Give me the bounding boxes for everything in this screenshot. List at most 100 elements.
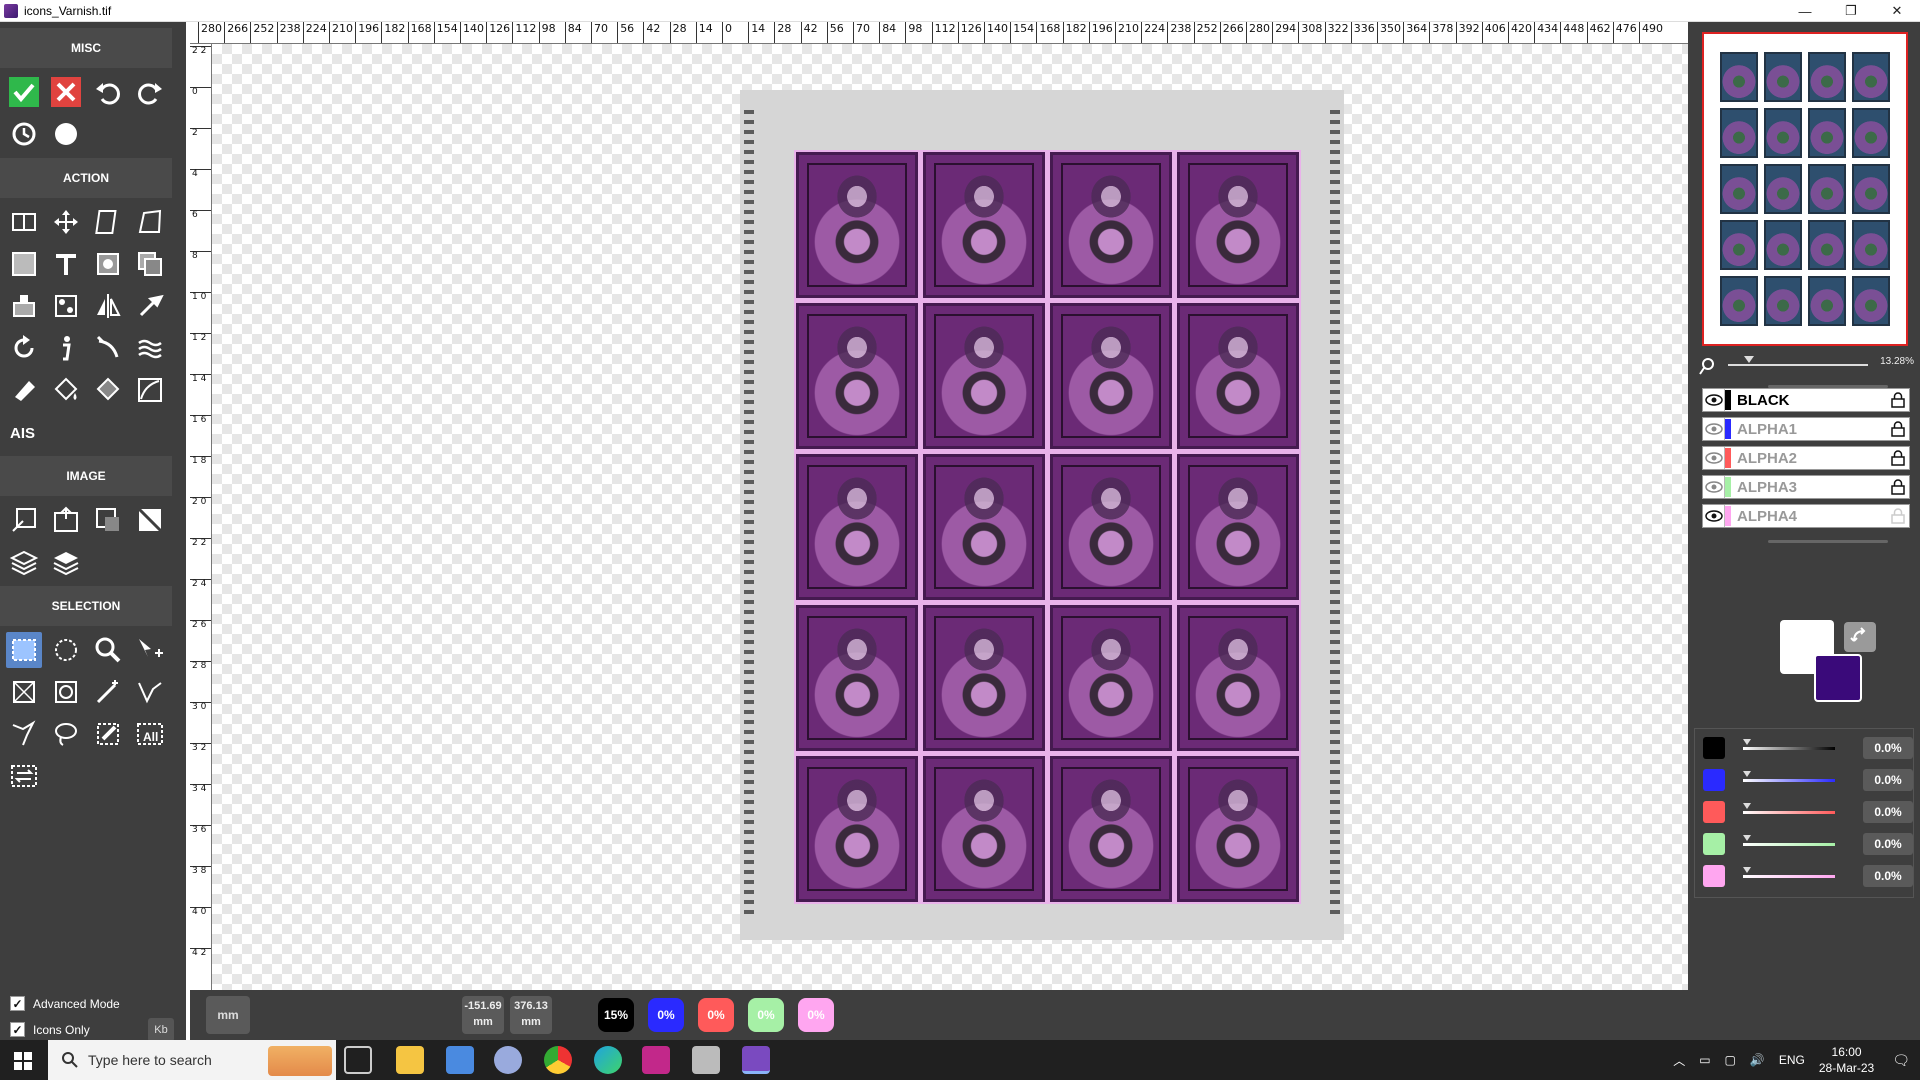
polygon-select-icon[interactable] — [132, 674, 168, 710]
layer-row[interactable]: ALPHA3 — [1702, 475, 1910, 499]
rotate-icon[interactable] — [6, 330, 42, 366]
file-explorer-icon[interactable] — [396, 1046, 424, 1074]
unit-button[interactable]: mm — [206, 996, 250, 1034]
clone-icon[interactable] — [132, 246, 168, 282]
advanced-mode-checkbox[interactable]: ✓ — [10, 996, 25, 1011]
history-icon[interactable] — [6, 116, 42, 152]
app-icon-1[interactable] — [494, 1046, 522, 1074]
canvas-size-icon[interactable] — [48, 502, 84, 538]
ais-icon[interactable]: AIS — [6, 414, 42, 450]
eyedropper-icon[interactable] — [132, 288, 168, 324]
ink-level-value[interactable]: 0.0% — [1863, 865, 1913, 887]
image-adjust-icon[interactable] — [132, 502, 168, 538]
app-icon-3[interactable] — [692, 1046, 720, 1074]
ink-slider-handle[interactable] — [1743, 803, 1751, 809]
select-transform-icon[interactable] — [6, 674, 42, 710]
ink-alpha2-percent[interactable]: 0% — [698, 998, 734, 1032]
text-icon[interactable] — [48, 246, 84, 282]
stamp-icon[interactable] — [6, 288, 42, 324]
tray-monitor-icon[interactable]: ▢ — [1725, 1053, 1736, 1067]
smudge-icon[interactable] — [90, 330, 126, 366]
zoom-slider-handle[interactable] — [1744, 356, 1754, 363]
swap-selection-icon[interactable] — [6, 758, 42, 794]
eye-icon[interactable] — [1703, 418, 1725, 440]
swap-colors-button[interactable] — [1844, 622, 1876, 652]
ink-slider[interactable] — [1743, 779, 1835, 782]
eye-icon[interactable] — [1703, 505, 1725, 527]
redo-icon[interactable] — [132, 74, 168, 110]
rect-select-icon[interactable] — [6, 632, 42, 668]
select-all-icon[interactable]: All — [132, 716, 168, 752]
trim-icon[interactable] — [90, 502, 126, 538]
ink-slider[interactable] — [1743, 875, 1835, 878]
ink-slider[interactable] — [1743, 747, 1835, 750]
ink-level-value[interactable]: 0.0% — [1863, 801, 1913, 823]
ink-level-value[interactable]: 0.0% — [1863, 769, 1913, 791]
resize-icon[interactable] — [6, 502, 42, 538]
eraser-icon[interactable] — [6, 372, 42, 408]
eye-icon[interactable] — [1703, 447, 1725, 469]
clock[interactable]: 16:00 28-Mar-23 — [1819, 1044, 1874, 1076]
merge-layers-icon[interactable] — [48, 544, 84, 580]
ink-swatch[interactable] — [1703, 801, 1725, 823]
layer-row[interactable]: ALPHA4 — [1702, 504, 1910, 528]
magnetic-lasso-icon[interactable] — [6, 716, 42, 752]
taskbar-search[interactable]: Type here to search — [48, 1040, 336, 1080]
ink-alpha1-percent[interactable]: 0% — [648, 998, 684, 1032]
ink-slider[interactable] — [1743, 811, 1835, 814]
brush-select-icon[interactable] — [90, 716, 126, 752]
transform-icon[interactable] — [90, 204, 126, 240]
ink-swatch[interactable] — [1703, 865, 1725, 887]
tray-chevron-icon[interactable]: ︿ — [1673, 1052, 1685, 1069]
wave-icon[interactable] — [132, 330, 168, 366]
paint-bucket-icon[interactable] — [48, 372, 84, 408]
background-color-swatch[interactable] — [1814, 654, 1862, 702]
ink-swatch[interactable] — [1703, 833, 1725, 855]
pointer-move-icon[interactable] — [132, 632, 168, 668]
keyboard-button[interactable]: Kb — [148, 1018, 174, 1042]
chrome-icon[interactable] — [544, 1046, 572, 1074]
tray-network-icon[interactable]: ▭ — [1699, 1053, 1710, 1067]
gradient-bucket-icon[interactable] — [90, 372, 126, 408]
lock-icon[interactable] — [1887, 392, 1909, 408]
ink-slider-handle[interactable] — [1743, 739, 1751, 745]
calculator-icon[interactable] — [446, 1046, 474, 1074]
ink-slider-handle[interactable] — [1743, 835, 1751, 841]
lock-icon[interactable] — [1887, 450, 1909, 466]
zoom-icon[interactable] — [90, 632, 126, 668]
tray-volume-icon[interactable]: 🔊 — [1750, 1053, 1765, 1067]
curves-icon[interactable] — [132, 372, 168, 408]
info-icon[interactable] — [48, 330, 84, 366]
edge-icon[interactable] — [594, 1046, 622, 1074]
magic-wand-icon[interactable] — [90, 674, 126, 710]
ink-swatch[interactable] — [1703, 769, 1725, 791]
select-grow-icon[interactable] — [48, 674, 84, 710]
lasso-icon[interactable] — [48, 716, 84, 752]
cancel-icon[interactable] — [48, 74, 84, 110]
perspective-icon[interactable] — [132, 204, 168, 240]
ink-slider-handle[interactable] — [1743, 867, 1751, 873]
crop-icon[interactable] — [6, 204, 42, 240]
canvas-area[interactable] — [212, 44, 1688, 990]
eye-icon[interactable] — [1703, 389, 1725, 411]
app-icon-2[interactable] — [642, 1046, 670, 1074]
icons-only-checkbox[interactable]: ✓ — [10, 1022, 25, 1037]
app-icon-active[interactable] — [742, 1046, 770, 1074]
advanced-mode-option[interactable]: ✓ Advanced Mode — [10, 996, 120, 1011]
confirm-icon[interactable] — [6, 74, 42, 110]
close-button[interactable]: ✕ — [1874, 0, 1920, 22]
flip-icon[interactable] — [90, 288, 126, 324]
pattern-icon[interactable] — [90, 246, 126, 282]
eye-icon[interactable] — [1703, 476, 1725, 498]
ellipse-select-icon[interactable] — [48, 632, 84, 668]
layer-row[interactable]: ALPHA1 — [1702, 417, 1910, 441]
lock-icon[interactable] — [1887, 421, 1909, 437]
ink-swatch[interactable] — [1703, 737, 1725, 759]
lock-icon[interactable] — [1887, 479, 1909, 495]
windows-start-icon[interactable] — [14, 1052, 32, 1070]
ink-level-value[interactable]: 0.0% — [1863, 833, 1913, 855]
layers-icon[interactable] — [6, 544, 42, 580]
layer-row[interactable]: BLACK — [1702, 388, 1910, 412]
minimize-button[interactable]: — — [1782, 0, 1828, 22]
ink-alpha4-percent[interactable]: 0% — [798, 998, 834, 1032]
